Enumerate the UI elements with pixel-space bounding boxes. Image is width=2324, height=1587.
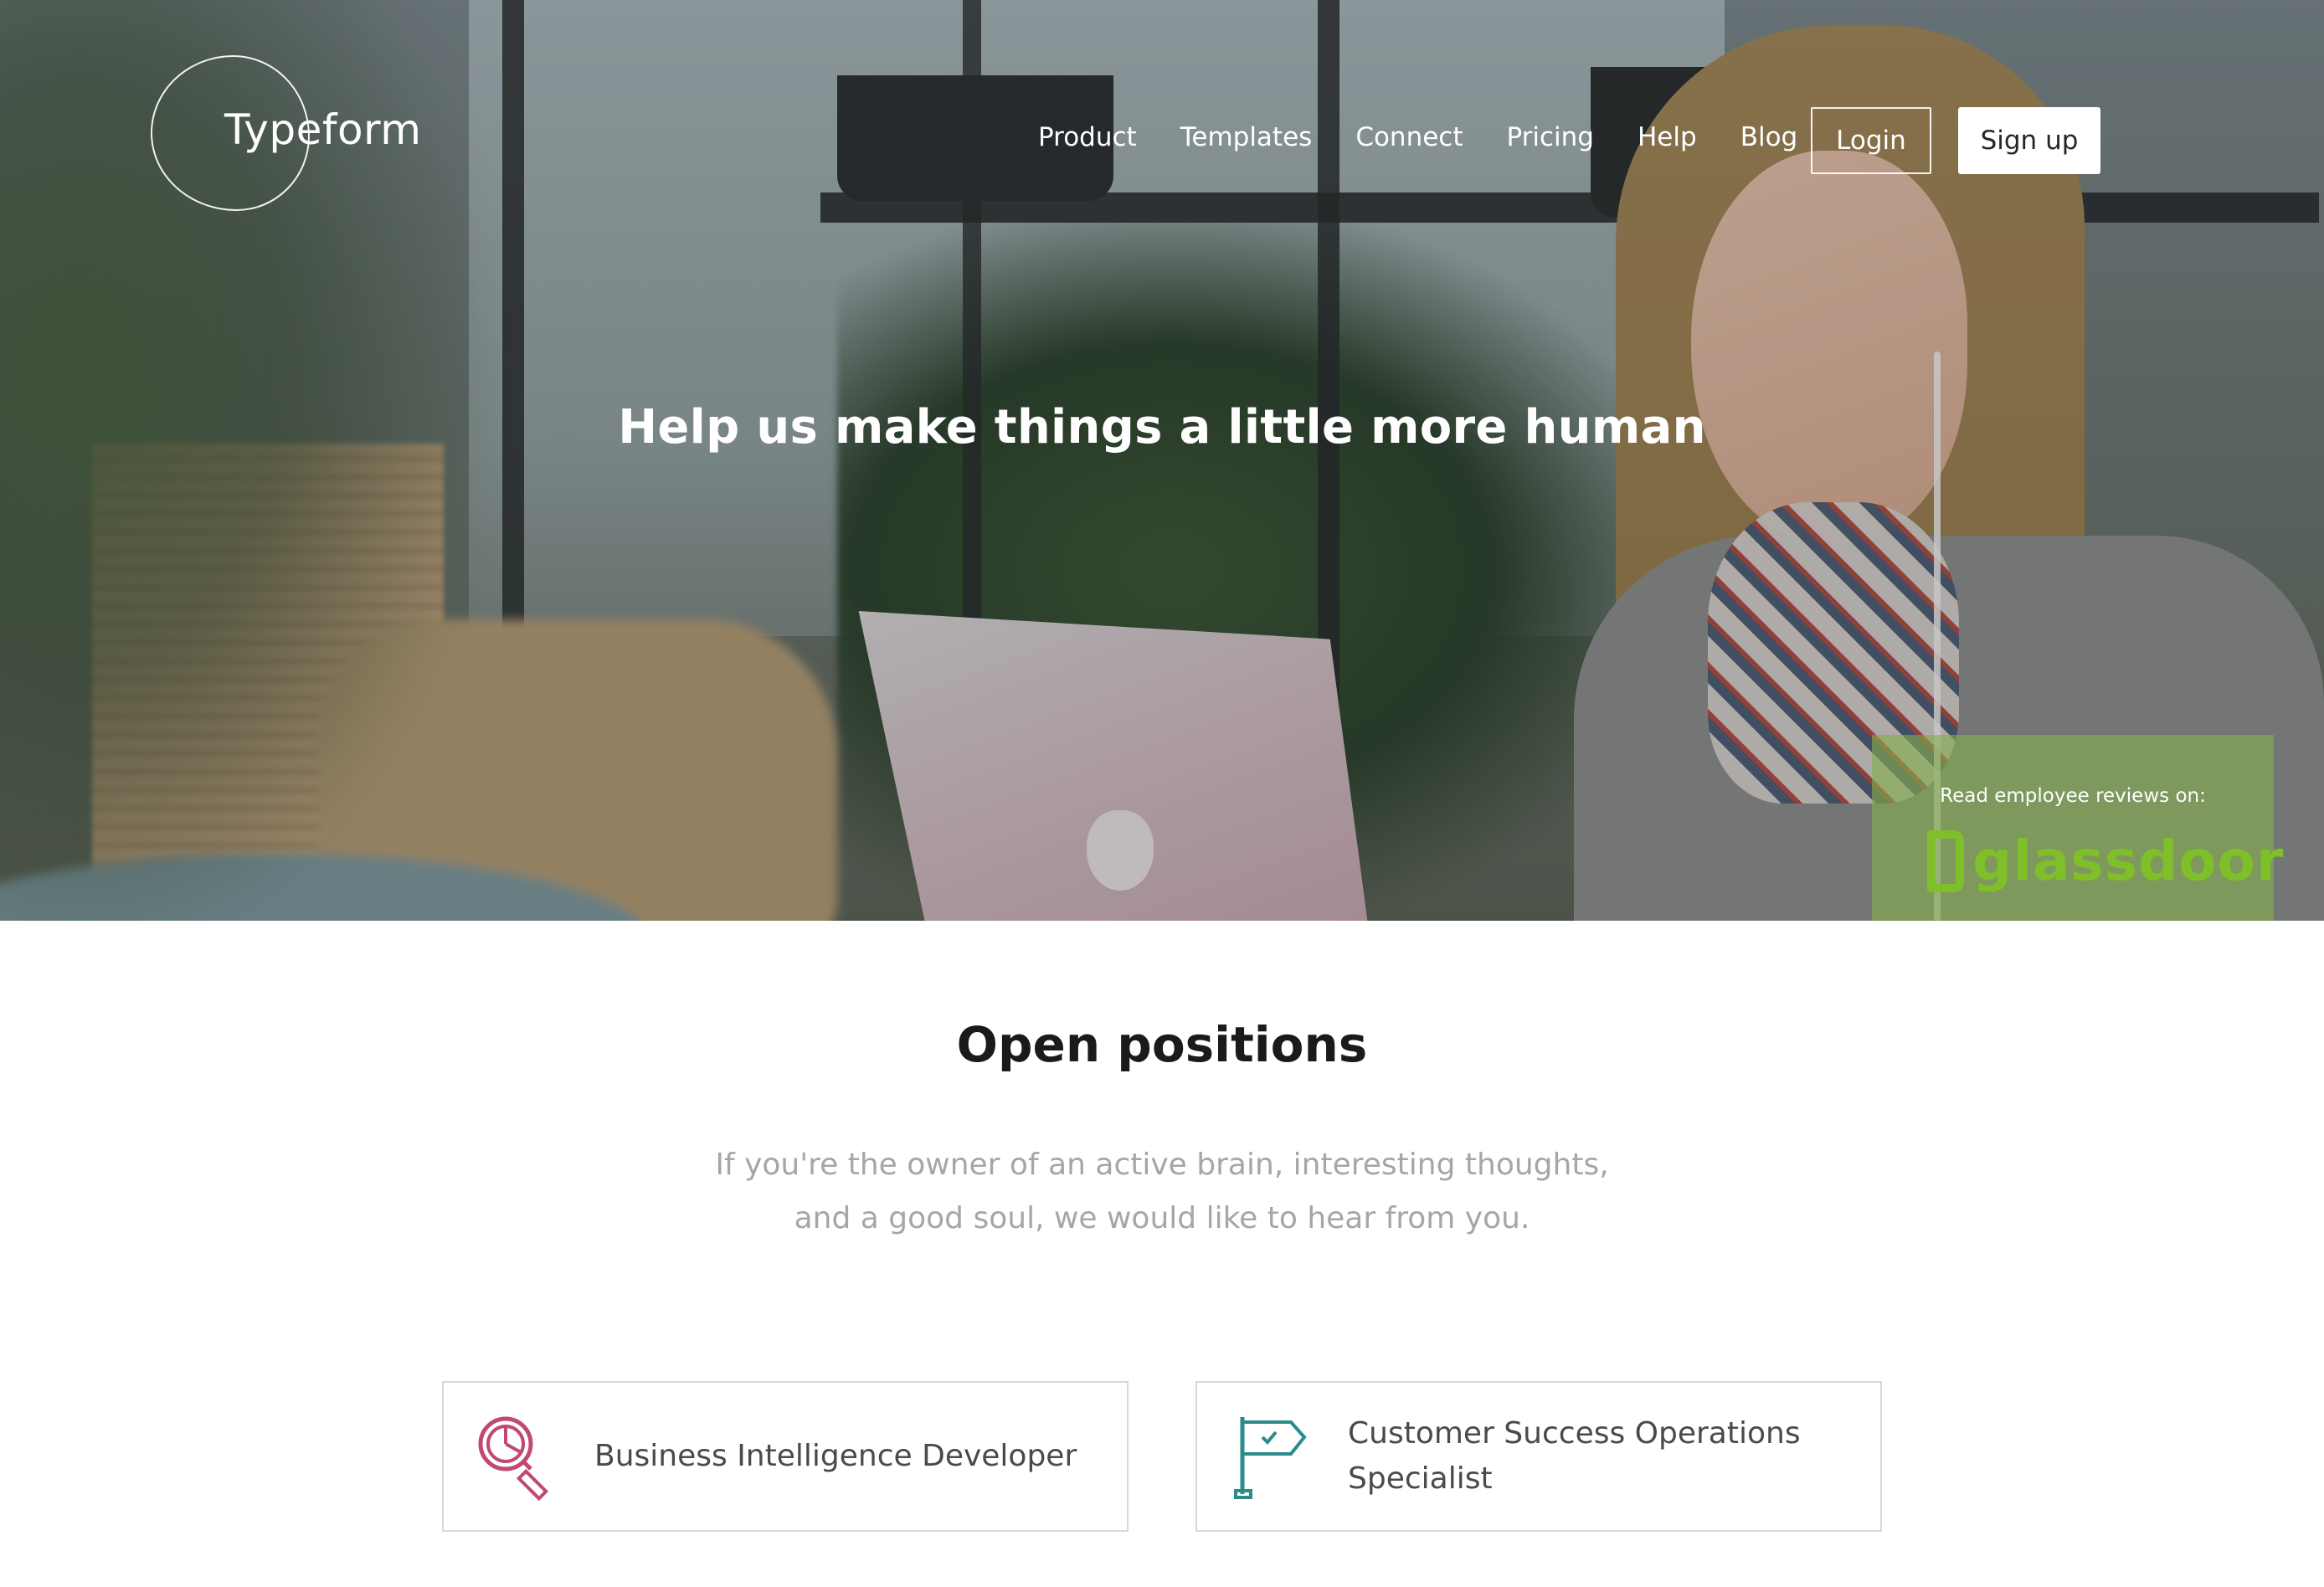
positions-title: Open positions: [956, 1016, 1368, 1073]
nav-item-templates[interactable]: Templates: [1180, 122, 1313, 152]
position-title: Business Intelligence Developer: [594, 1439, 1077, 1473]
flag-check-icon: [1234, 1417, 1307, 1499]
magnifier-chart-icon: [478, 1416, 549, 1502]
nav-item-blog[interactable]: Blog: [1740, 122, 1798, 152]
glassdoor-wordmark: glassdoor: [1972, 829, 2285, 893]
nav-item-connect[interactable]: Connect: [1355, 122, 1463, 152]
glassdoor-badge[interactable]: Read employee reviews on: glassdoor: [1872, 735, 2283, 921]
positions-subtitle-line-2: and a good soul, we would like to hear f…: [794, 1201, 1530, 1235]
nav-item-help[interactable]: Help: [1638, 122, 1697, 152]
signup-button[interactable]: Sign up: [1958, 107, 2100, 174]
positions-subtitle-line-1: If you're the owner of an active brain, …: [715, 1148, 1609, 1182]
logo-text[interactable]: Typeform: [224, 105, 421, 154]
main-nav: Product Templates Connect Pricing Help B…: [1038, 122, 1841, 152]
hero-section: Typeform Product Templates Connect Prici…: [0, 0, 2324, 921]
login-button[interactable]: Login: [1811, 107, 1931, 174]
nav-item-product[interactable]: Product: [1038, 122, 1137, 152]
position-card-business-intelligence[interactable]: Business Intelligence Developer: [442, 1381, 1129, 1532]
nav-item-pricing[interactable]: Pricing: [1507, 122, 1595, 152]
position-card-customer-success[interactable]: Customer Success Operations Specialist: [1195, 1381, 1882, 1532]
glassdoor-mark-icon: [1927, 829, 1964, 892]
glassdoor-logo: glassdoor: [1927, 829, 2284, 893]
glassdoor-caption: Read employee reviews on:: [1940, 785, 2206, 807]
hero-title: Help us make things a little more human: [618, 400, 1706, 455]
position-title-line-2: Specialist: [1348, 1461, 1493, 1496]
position-title: Customer Success Operations Specialist: [1348, 1411, 1801, 1502]
positions-subtitle: If you're the owner of an active brain, …: [0, 1138, 2324, 1245]
position-title-line-1: Customer Success Operations: [1348, 1416, 1801, 1451]
